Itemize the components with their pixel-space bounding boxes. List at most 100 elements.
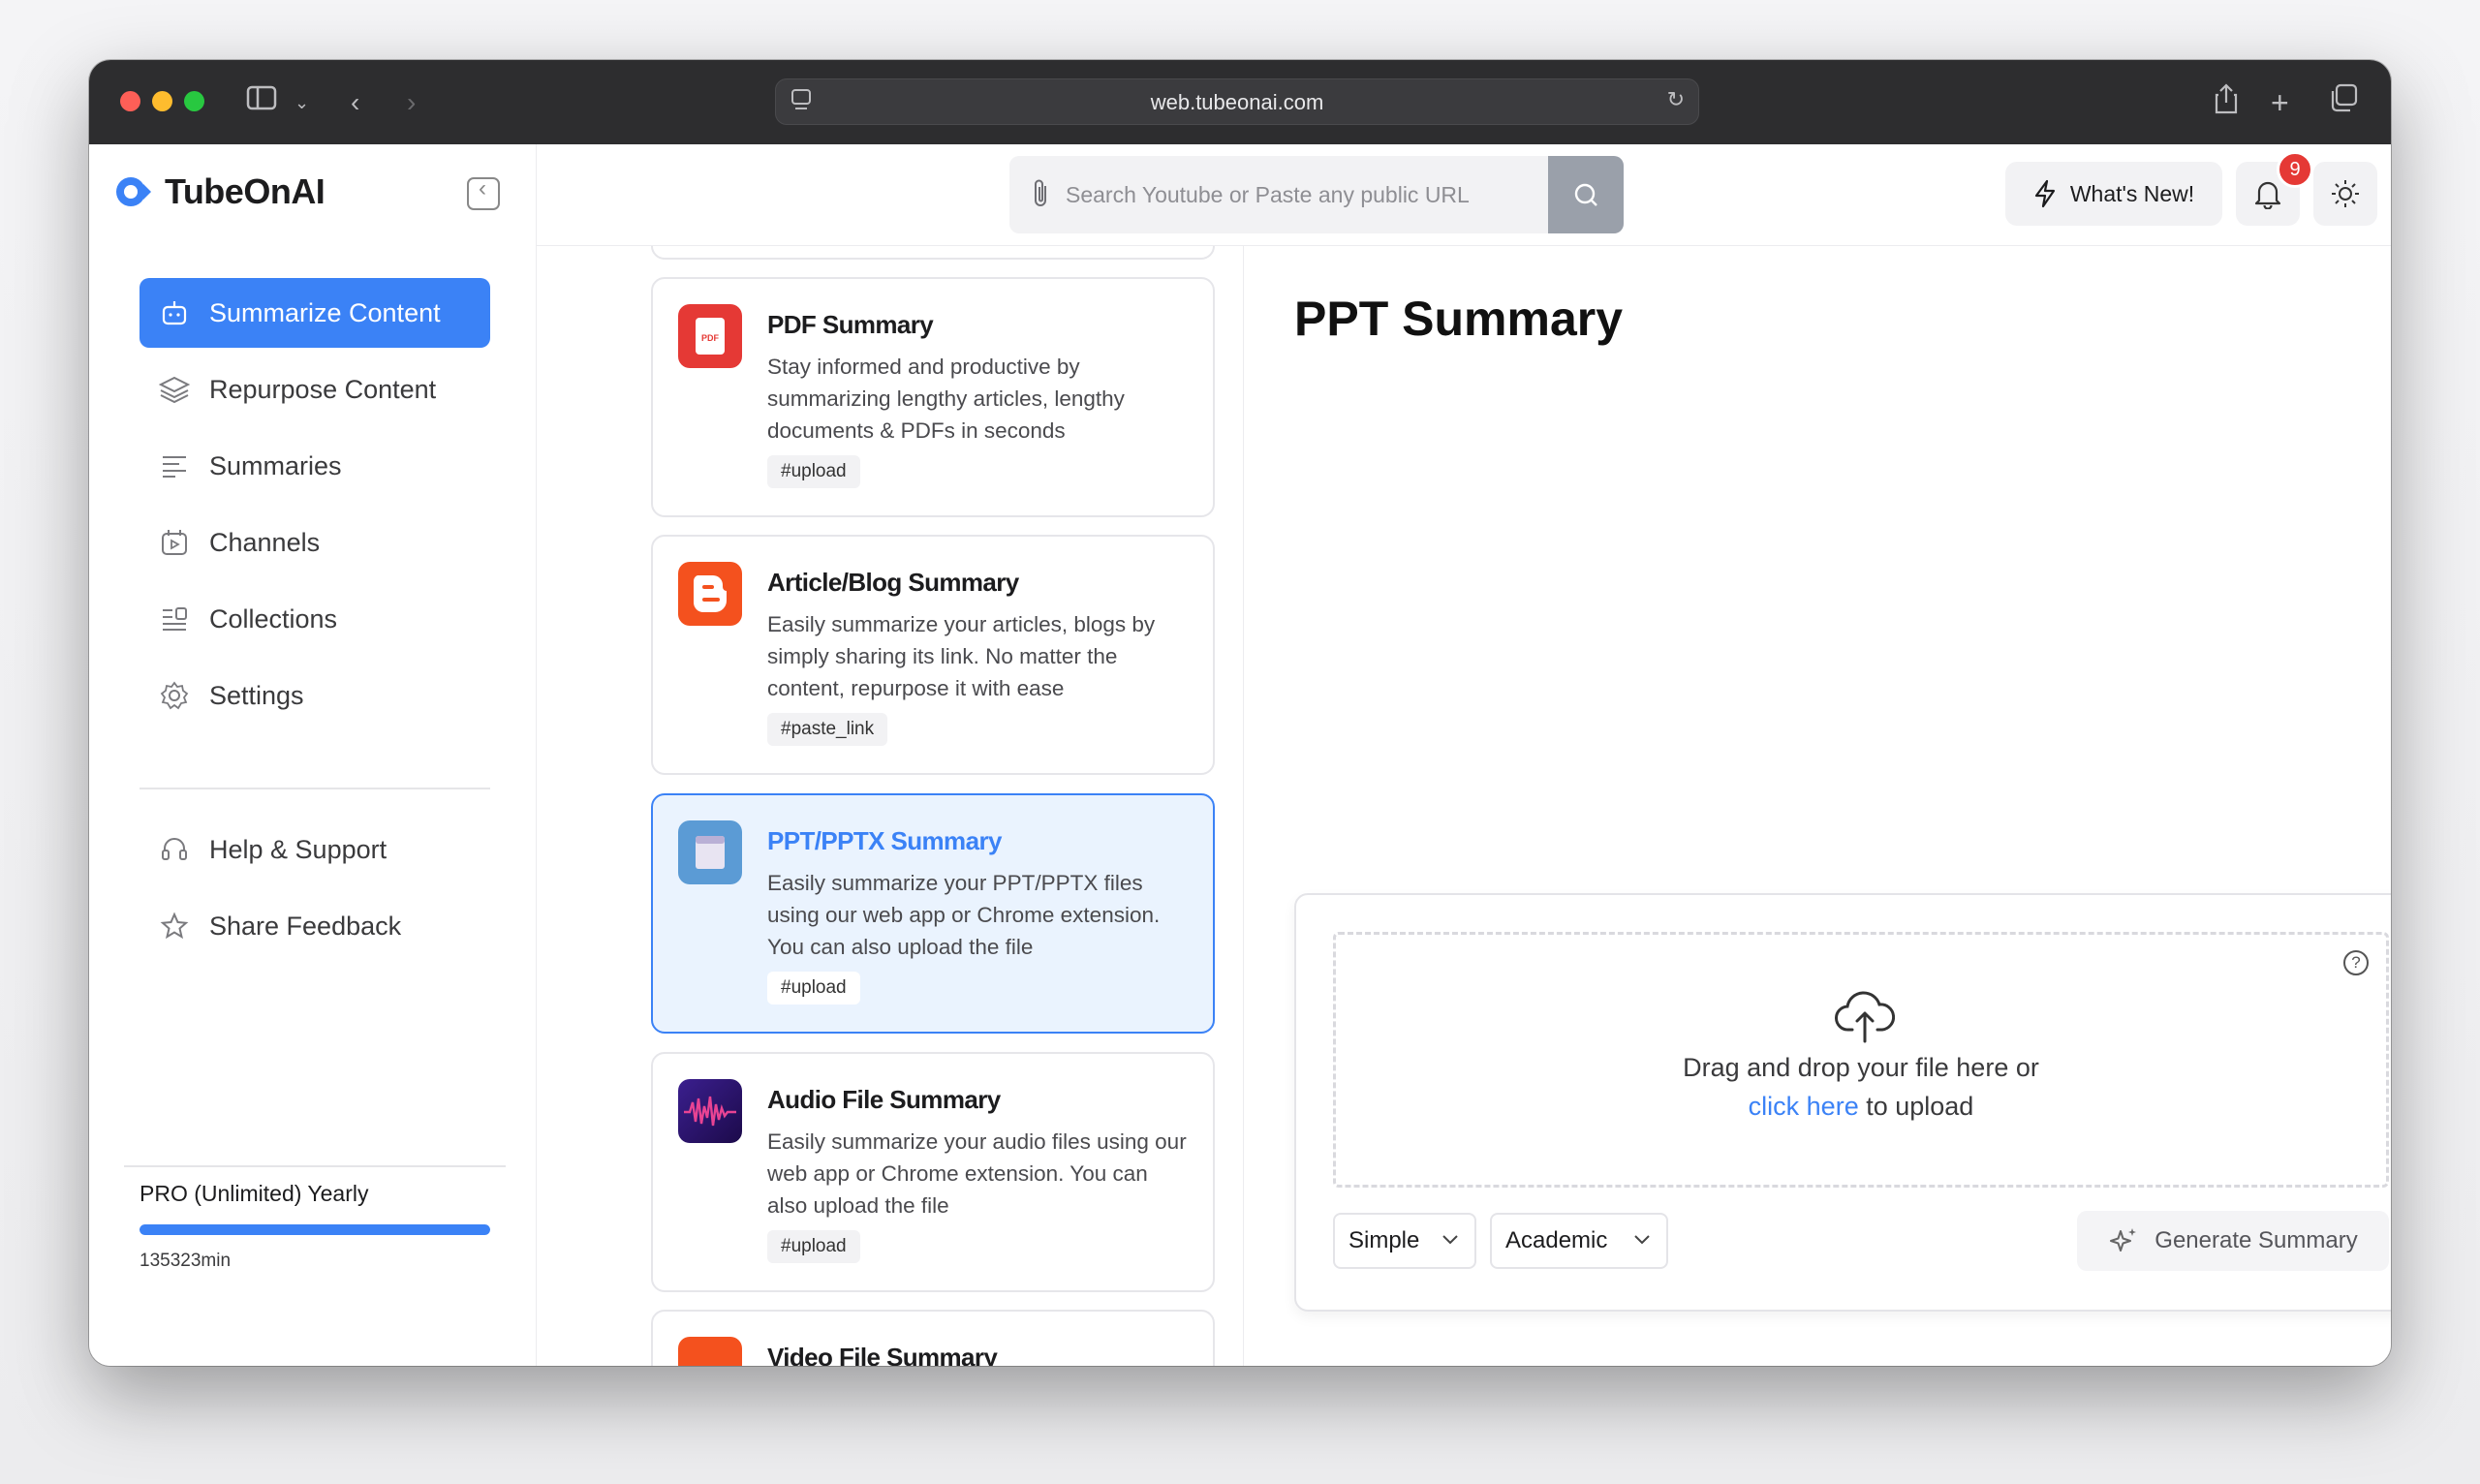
app-root: TubeOnAI Summarize Content Repurpose Con… [89,144,2391,1366]
video-icon [678,1337,742,1366]
zoom-window-button[interactable] [184,91,204,111]
search-input[interactable] [1066,156,1531,233]
tone-select[interactable]: Academic [1490,1213,1668,1269]
file-dropzone[interactable]: ? Drag and drop your file here or click … [1333,932,2389,1188]
reload-icon[interactable]: ↻ [1667,87,1685,112]
notification-badge: 9 [2277,151,2313,188]
browser-titlebar: ⌄ ‹ › web.tubeonai.com ↻ + [89,60,2391,144]
plan-usage-bar [140,1224,490,1235]
sidebar-item-summaries[interactable]: Summaries [140,431,490,501]
card-ppt-pptx-summary[interactable]: PPT/PPTX Summary Easily summarize your P… [651,793,1215,1034]
plan-name: PRO (Unlimited) Yearly [140,1181,369,1206]
share-icon[interactable] [2213,83,2240,125]
click-here-link[interactable]: click here [1749,1092,1859,1121]
card-tag: #paste_link [767,713,888,746]
card-article-blog-summary[interactable]: Article/Blog Summary Easily summarize yo… [651,535,1215,775]
new-tab-icon[interactable]: + [2271,83,2289,122]
blogger-icon [678,562,742,626]
close-window-button[interactable] [120,91,140,111]
card-partial-top[interactable] [651,246,1215,260]
layers-icon [159,374,190,405]
card-title: Audio File Summary [767,1085,1001,1114]
sidebar-item-label: Settings [209,680,304,710]
lightning-icon [2034,179,2055,208]
audio-wave-icon [678,1079,742,1143]
collapse-sidebar-icon[interactable] [467,175,500,210]
gear-icon [159,680,190,711]
list-icon [159,450,190,481]
help-icon[interactable]: ? [2343,950,2369,975]
search-icon [1574,183,1597,206]
upload-suffix: to upload [1858,1092,1974,1121]
sidebar-toggle-icon[interactable] [246,83,277,123]
ppt-icon [678,820,742,884]
sidebar-item-help-support[interactable]: Help & Support [140,815,490,884]
card-title: PDF Summary [767,310,934,339]
generate-summary-button[interactable]: Generate Summary [2077,1211,2389,1271]
sidebar-item-label: Share Feedback [209,911,402,941]
chevron-down-icon [1631,1228,1653,1255]
card-title: Video File Summary [767,1343,998,1366]
bell-icon [2254,181,2281,209]
window-controls [120,91,204,111]
app-logo[interactable]: TubeOnAI [114,171,326,212]
star-icon [159,911,190,942]
card-video-file-summary[interactable]: Video File Summary [651,1310,1215,1366]
tab-overview-icon[interactable] [2329,83,2358,123]
chevron-down-icon[interactable]: ⌄ [294,83,309,122]
card-description: Stay informed and productive by summariz… [767,355,1125,443]
address-bar[interactable]: web.tubeonai.com ↻ [775,78,1699,125]
plan-usage-fill [140,1224,490,1235]
minimize-window-button[interactable] [152,91,172,111]
plan-info: PRO (Unlimited) Yearly 135323min [140,1181,490,1272]
upload-panel: ? Drag and drop your file here or click … [1294,893,2391,1312]
back-icon[interactable]: ‹ [351,83,359,122]
card-description: Easily summarize your audio files using … [767,1129,1187,1218]
main-content: PPT Summary ? Drag and drop your file he… [1244,246,2391,1366]
summary-type-list: PDF PDF Summary Stay informed and produc… [537,246,1244,1366]
sparkle-icon [2110,1228,2137,1252]
top-bar: What's New! 9 [537,144,2391,246]
tubeonai-logo-icon [114,172,153,211]
sidebar-item-label: Channels [209,527,321,557]
style-select[interactable]: Simple [1333,1213,1476,1269]
primary-nav: Summarize Content Repurpose Content Summ… [140,278,490,737]
card-description: Easily summarize your articles, blogs by… [767,612,1156,700]
dropzone-instruction-2: click here to upload [1336,1092,2386,1122]
sidebar-item-settings[interactable]: Settings [140,661,490,730]
pdf-icon: PDF [678,304,742,368]
sidebar-item-label: Collections [209,603,338,634]
sidebar-item-label: Summarize Content [209,297,441,327]
card-title: PPT/PPTX Summary [767,826,1002,855]
sidebar-divider [140,788,490,789]
cloud-upload-icon [1835,989,1896,1043]
generate-summary-label: Generate Summary [2154,1227,2358,1253]
sidebar-item-label: Repurpose Content [209,374,437,404]
browser-window: ⌄ ‹ › web.tubeonai.com ↻ + TubeOnAI ‹ Su… [89,60,2391,1366]
chevron-down-icon [1440,1228,1461,1255]
sidebar-item-repurpose-content[interactable]: Repurpose Content [140,355,490,424]
card-audio-file-summary[interactable]: Audio File Summary Easily summarize your… [651,1052,1215,1292]
tone-select-value: Academic [1505,1227,1608,1253]
page-title: PPT Summary [1294,292,1624,346]
sidebar-item-channels[interactable]: Channels [140,508,490,577]
robot-icon [159,297,190,328]
sidebar-item-label: Summaries [209,450,342,480]
search-box [1009,156,1624,233]
sidebar-item-label: Help & Support [209,834,388,864]
sidebar-item-share-feedback[interactable]: Share Feedback [140,891,490,961]
card-tag: #upload [767,455,860,488]
sidebar: TubeOnAI Summarize Content Repurpose Con… [89,144,537,1366]
theme-toggle-button[interactable] [2313,162,2377,226]
card-pdf-summary[interactable]: PDF PDF Summary Stay informed and produc… [651,277,1215,517]
plan-minutes: 135323min [140,1251,232,1271]
paperclip-icon[interactable] [1029,177,1052,217]
forward-icon[interactable]: › [407,83,416,122]
search-button[interactable] [1548,156,1624,233]
collection-icon [159,603,190,634]
sidebar-item-summarize-content[interactable]: Summarize Content [140,278,490,348]
sidebar-item-collections[interactable]: Collections [140,584,490,654]
dropzone-instruction: Drag and drop your file here or [1683,1053,2039,1082]
whats-new-button[interactable]: What's New! [2005,162,2222,226]
channel-icon [159,527,190,558]
